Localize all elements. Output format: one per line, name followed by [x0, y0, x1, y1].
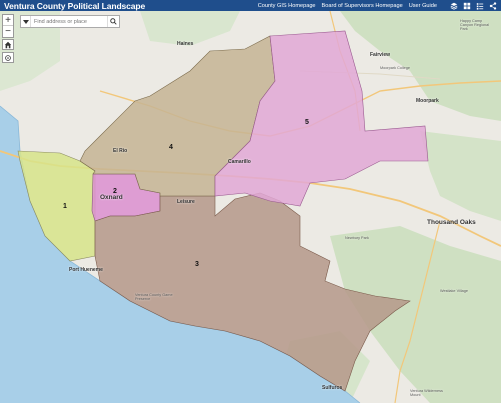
place-moorpark: Moorpark	[416, 98, 439, 104]
basemap-svg	[0, 11, 501, 403]
app-title: Ventura County Political Landscape	[4, 0, 146, 11]
home-icon	[4, 41, 12, 48]
place-game-preserve: Ventura County Game Preserve	[135, 293, 173, 301]
place-camarillo: Camarillo	[228, 159, 251, 165]
board-of-supervisors-link[interactable]: Board of Supervisors Homepage	[322, 3, 403, 9]
place-moorpark-college: Moorpark College	[380, 66, 410, 70]
header-tool-icons	[449, 1, 497, 10]
map-app: Ventura County Political Landscape Count…	[0, 0, 501, 403]
zoom-in-button[interactable]: +	[3, 15, 13, 26]
zoom-controls: + −	[2, 14, 14, 38]
place-westlake: Westlake Village	[440, 289, 468, 293]
basemap-icon[interactable]	[462, 1, 471, 10]
search-source-dropdown[interactable]	[21, 16, 31, 27]
app-header: Ventura County Political Landscape Count…	[0, 0, 501, 11]
place-sulfur: Sulfuros	[322, 385, 343, 391]
place-happy-camp: Happy Camp Canyon Regional Park	[460, 19, 490, 31]
district-5-label: 5	[305, 119, 309, 126]
zoom-out-button[interactable]: −	[3, 26, 13, 37]
place-haines: Haines	[177, 41, 194, 47]
user-guide-link[interactable]: User Guide	[409, 3, 437, 9]
district-3-label: 3	[195, 261, 199, 268]
search-icon	[110, 18, 117, 25]
address-search-input[interactable]	[31, 18, 101, 25]
address-search-bar	[20, 15, 120, 28]
legend-icon[interactable]	[475, 1, 484, 10]
home-button[interactable]	[2, 39, 14, 50]
place-el-rio: El Rio	[113, 148, 128, 154]
place-fairview: Fairview	[370, 52, 391, 58]
layers-icon[interactable]	[449, 1, 458, 10]
caret-down-icon	[22, 19, 29, 24]
district-4-label: 4	[169, 144, 173, 151]
place-thousand-oaks: Thousand Oaks	[427, 219, 476, 226]
district-1-label: 1	[63, 203, 67, 210]
search-button[interactable]	[107, 16, 119, 27]
place-port-hueneme: Port Hueneme	[69, 267, 103, 273]
place-oxnard: Oxnard	[100, 194, 123, 201]
place-leisure: Leisure	[177, 199, 195, 205]
place-ventura-wilderness: Ventura Wilderness Mount	[410, 389, 443, 397]
county-gis-homepage-link[interactable]: County GIS Homepage	[258, 3, 316, 9]
map-view[interactable]: 1 2 3 4 5 Oxnard Camarillo El Rio Leisur…	[0, 11, 501, 403]
header-links: County GIS Homepage Board of Supervisors…	[258, 1, 501, 10]
place-newbury-park: Newbury Park	[345, 236, 369, 240]
locate-icon	[5, 54, 11, 61]
share-icon[interactable]	[488, 1, 497, 10]
locate-button[interactable]	[2, 52, 14, 63]
